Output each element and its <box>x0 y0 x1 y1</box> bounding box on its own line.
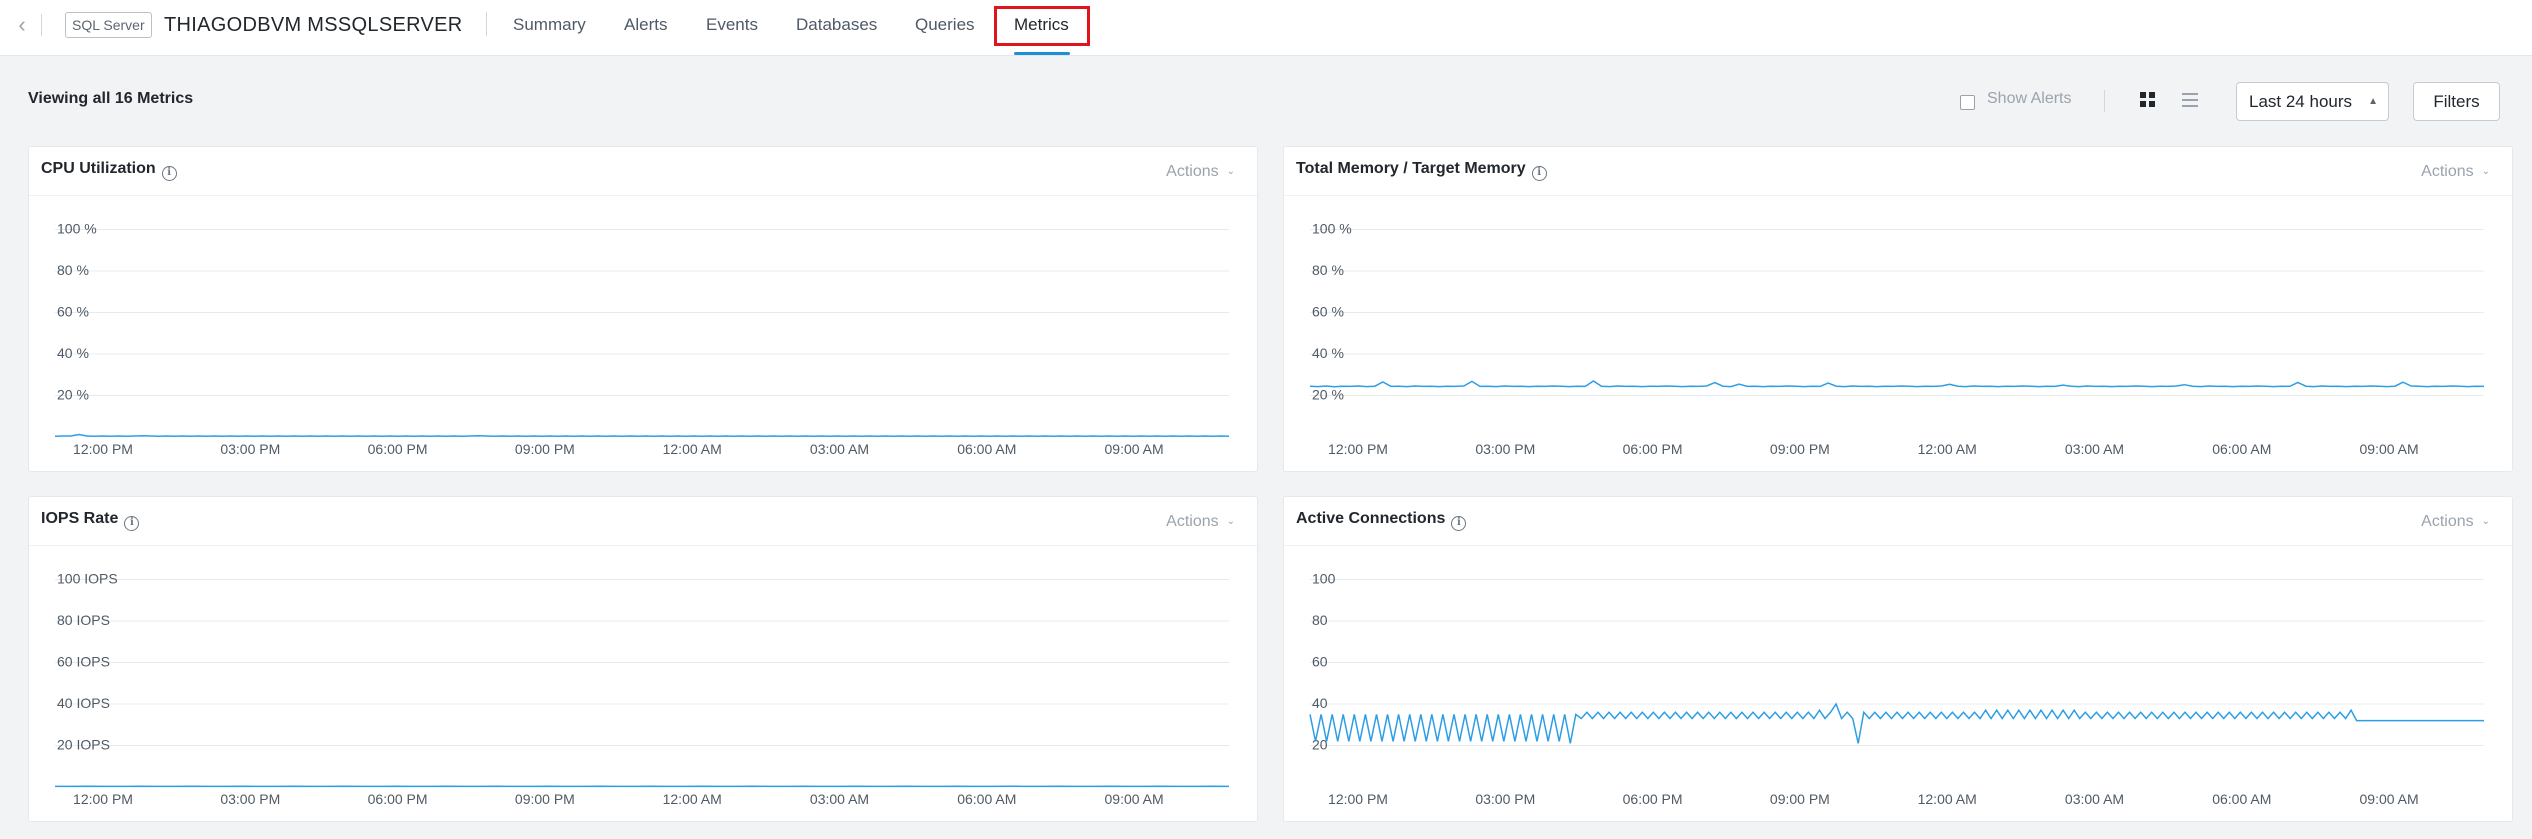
x-tick-label: 09:00 AM <box>1105 791 1164 807</box>
y-tick-label: 40 <box>1312 695 1328 711</box>
tab-highlight-box <box>994 6 1090 46</box>
x-tick-label: 03:00 PM <box>1475 441 1535 457</box>
memory-chart: 100 % 80 % 60 % 40 % 20 % 12:00 PM 03:00 PM 06:… <box>1309 221 2485 457</box>
y-tick-label: 80 <box>1312 612 1328 628</box>
divider <box>486 12 487 36</box>
x-tick-label: 12:00 PM <box>1328 441 1388 457</box>
tab-events[interactable]: Events <box>706 14 758 36</box>
filters-button[interactable]: Filters <box>2413 82 2500 121</box>
metric-card-cpu: CPU Utilization i Actions ⌄ 100 % 80 % 60 % 4… <box>28 146 1258 472</box>
y-tick-label: 100 % <box>1312 221 1352 237</box>
x-tick-label: 09:00 AM <box>2360 441 2419 457</box>
y-tick-label: 20 IOPS <box>57 737 110 753</box>
y-tick-label: 40 % <box>57 345 89 361</box>
active-tab-indicator <box>1014 52 1070 55</box>
metric-card-memory: Total Memory / Target Memory i Actions ⌄ 1… <box>1283 146 2513 472</box>
cpu-chart: 100 % 80 % 60 % 40 % 20 % 12:00 PM 03:00 PM 06:… <box>54 221 1230 457</box>
list-view-icon[interactable] <box>2182 93 2198 107</box>
x-tick-label: 06:00 PM <box>368 791 428 807</box>
x-tick-label: 12:00 PM <box>73 441 133 457</box>
grid-view-icon[interactable] <box>2140 92 2156 108</box>
db-type-badge: SQL Server <box>65 12 152 38</box>
y-tick-label: 80 % <box>57 262 89 278</box>
divider <box>2104 90 2105 112</box>
y-tick-label: 60 <box>1312 654 1328 670</box>
series-line <box>1309 380 2485 388</box>
tab-summary[interactable]: Summary <box>513 14 586 36</box>
x-tick-label: 09:00 PM <box>1770 441 1830 457</box>
tab-alerts[interactable]: Alerts <box>624 14 667 36</box>
x-tick-label: 06:00 PM <box>368 441 428 457</box>
x-tick-label: 06:00 AM <box>2212 791 2271 807</box>
x-tick-label: 12:00 AM <box>663 791 722 807</box>
y-tick-label: 80 % <box>1312 262 1344 278</box>
y-tick-label: 100 % <box>57 221 97 237</box>
y-tick-label: 40 % <box>1312 345 1344 361</box>
x-tick-label: 03:00 PM <box>1475 791 1535 807</box>
y-tick-label: 60 % <box>57 304 89 320</box>
x-tick-label: 03:00 AM <box>810 791 869 807</box>
x-tick-label: 06:00 AM <box>2212 441 2271 457</box>
x-tick-label: 03:00 AM <box>2065 791 2124 807</box>
x-tick-label: 09:00 PM <box>1770 791 1830 807</box>
divider <box>41 14 42 36</box>
metric-card-iops: IOPS Rate i Actions ⌄ 100 IOPS 80 IOPS 60 IO… <box>28 496 1258 822</box>
x-tick-label: 12:00 AM <box>1918 441 1977 457</box>
x-tick-label: 03:00 AM <box>2065 441 2124 457</box>
x-tick-label: 12:00 AM <box>663 441 722 457</box>
tab-queries[interactable]: Queries <box>915 14 975 36</box>
y-tick-label: 20 % <box>1312 387 1344 403</box>
x-tick-label: 09:00 PM <box>515 441 575 457</box>
x-tick-label: 06:00 AM <box>957 441 1016 457</box>
x-tick-label: 09:00 AM <box>2360 791 2419 807</box>
series-line <box>54 433 1230 437</box>
time-range-select[interactable]: Last 24 hours ▲ <box>2236 82 2389 121</box>
connections-chart: 1008060402012:00 PM 03:00 PM 06:00 PM 09:00… <box>1309 571 2484 807</box>
x-tick-label: 03:00 AM <box>810 441 869 457</box>
x-tick-label: 12:00 PM <box>1328 791 1388 807</box>
tab-databases[interactable]: Databases <box>796 14 877 36</box>
y-tick-label: 100 IOPS <box>57 571 118 587</box>
y-tick-label: 60 % <box>1312 304 1344 320</box>
metric-card-connections: Active Connections i Actions ⌄ 100 80 60 40 20… <box>1283 496 2513 822</box>
x-tick-label: 09:00 PM <box>515 791 575 807</box>
metrics-count-label: Viewing all 16 Metrics <box>28 90 194 107</box>
x-tick-label: 12:00 AM <box>1918 791 1977 807</box>
iops-chart: 100 IOPS 80 IOPS 60 IOPS 40 IOPS 20 IOPS 12:0… <box>55 571 1230 807</box>
y-tick-label: 100 <box>1312 571 1336 587</box>
time-range-value: Last 24 hours <box>2249 92 2353 111</box>
select-arrows-icon: ▲ <box>2368 96 2378 107</box>
x-tick-label: 03:00 PM <box>220 791 280 807</box>
x-tick-label: 03:00 PM <box>220 441 280 457</box>
y-tick-label: 20 % <box>57 387 89 403</box>
page-title: THIAGODBVM MSSQLSERVER <box>164 14 463 36</box>
x-tick-label: 06:00 PM <box>1623 441 1683 457</box>
y-tick-label: 60 IOPS <box>57 654 110 670</box>
x-tick-label: 09:00 AM <box>1105 441 1164 457</box>
x-tick-label: 06:00 PM <box>1623 791 1683 807</box>
x-tick-label: 12:00 PM <box>73 791 133 807</box>
y-tick-label: 40 IOPS <box>57 695 110 711</box>
top-bar: ‹ SQL Server THIAGODBVM MSSQLSERVER Summ… <box>0 0 2532 56</box>
series-line <box>1309 702 2484 744</box>
y-tick-label: 80 IOPS <box>57 612 110 628</box>
show-alerts-label[interactable]: Show Alerts <box>1987 90 2071 108</box>
show-alerts-checkbox[interactable] <box>1960 95 1975 110</box>
x-tick-label: 06:00 AM <box>957 791 1016 807</box>
chevron-left-icon[interactable]: ‹ <box>12 14 32 36</box>
